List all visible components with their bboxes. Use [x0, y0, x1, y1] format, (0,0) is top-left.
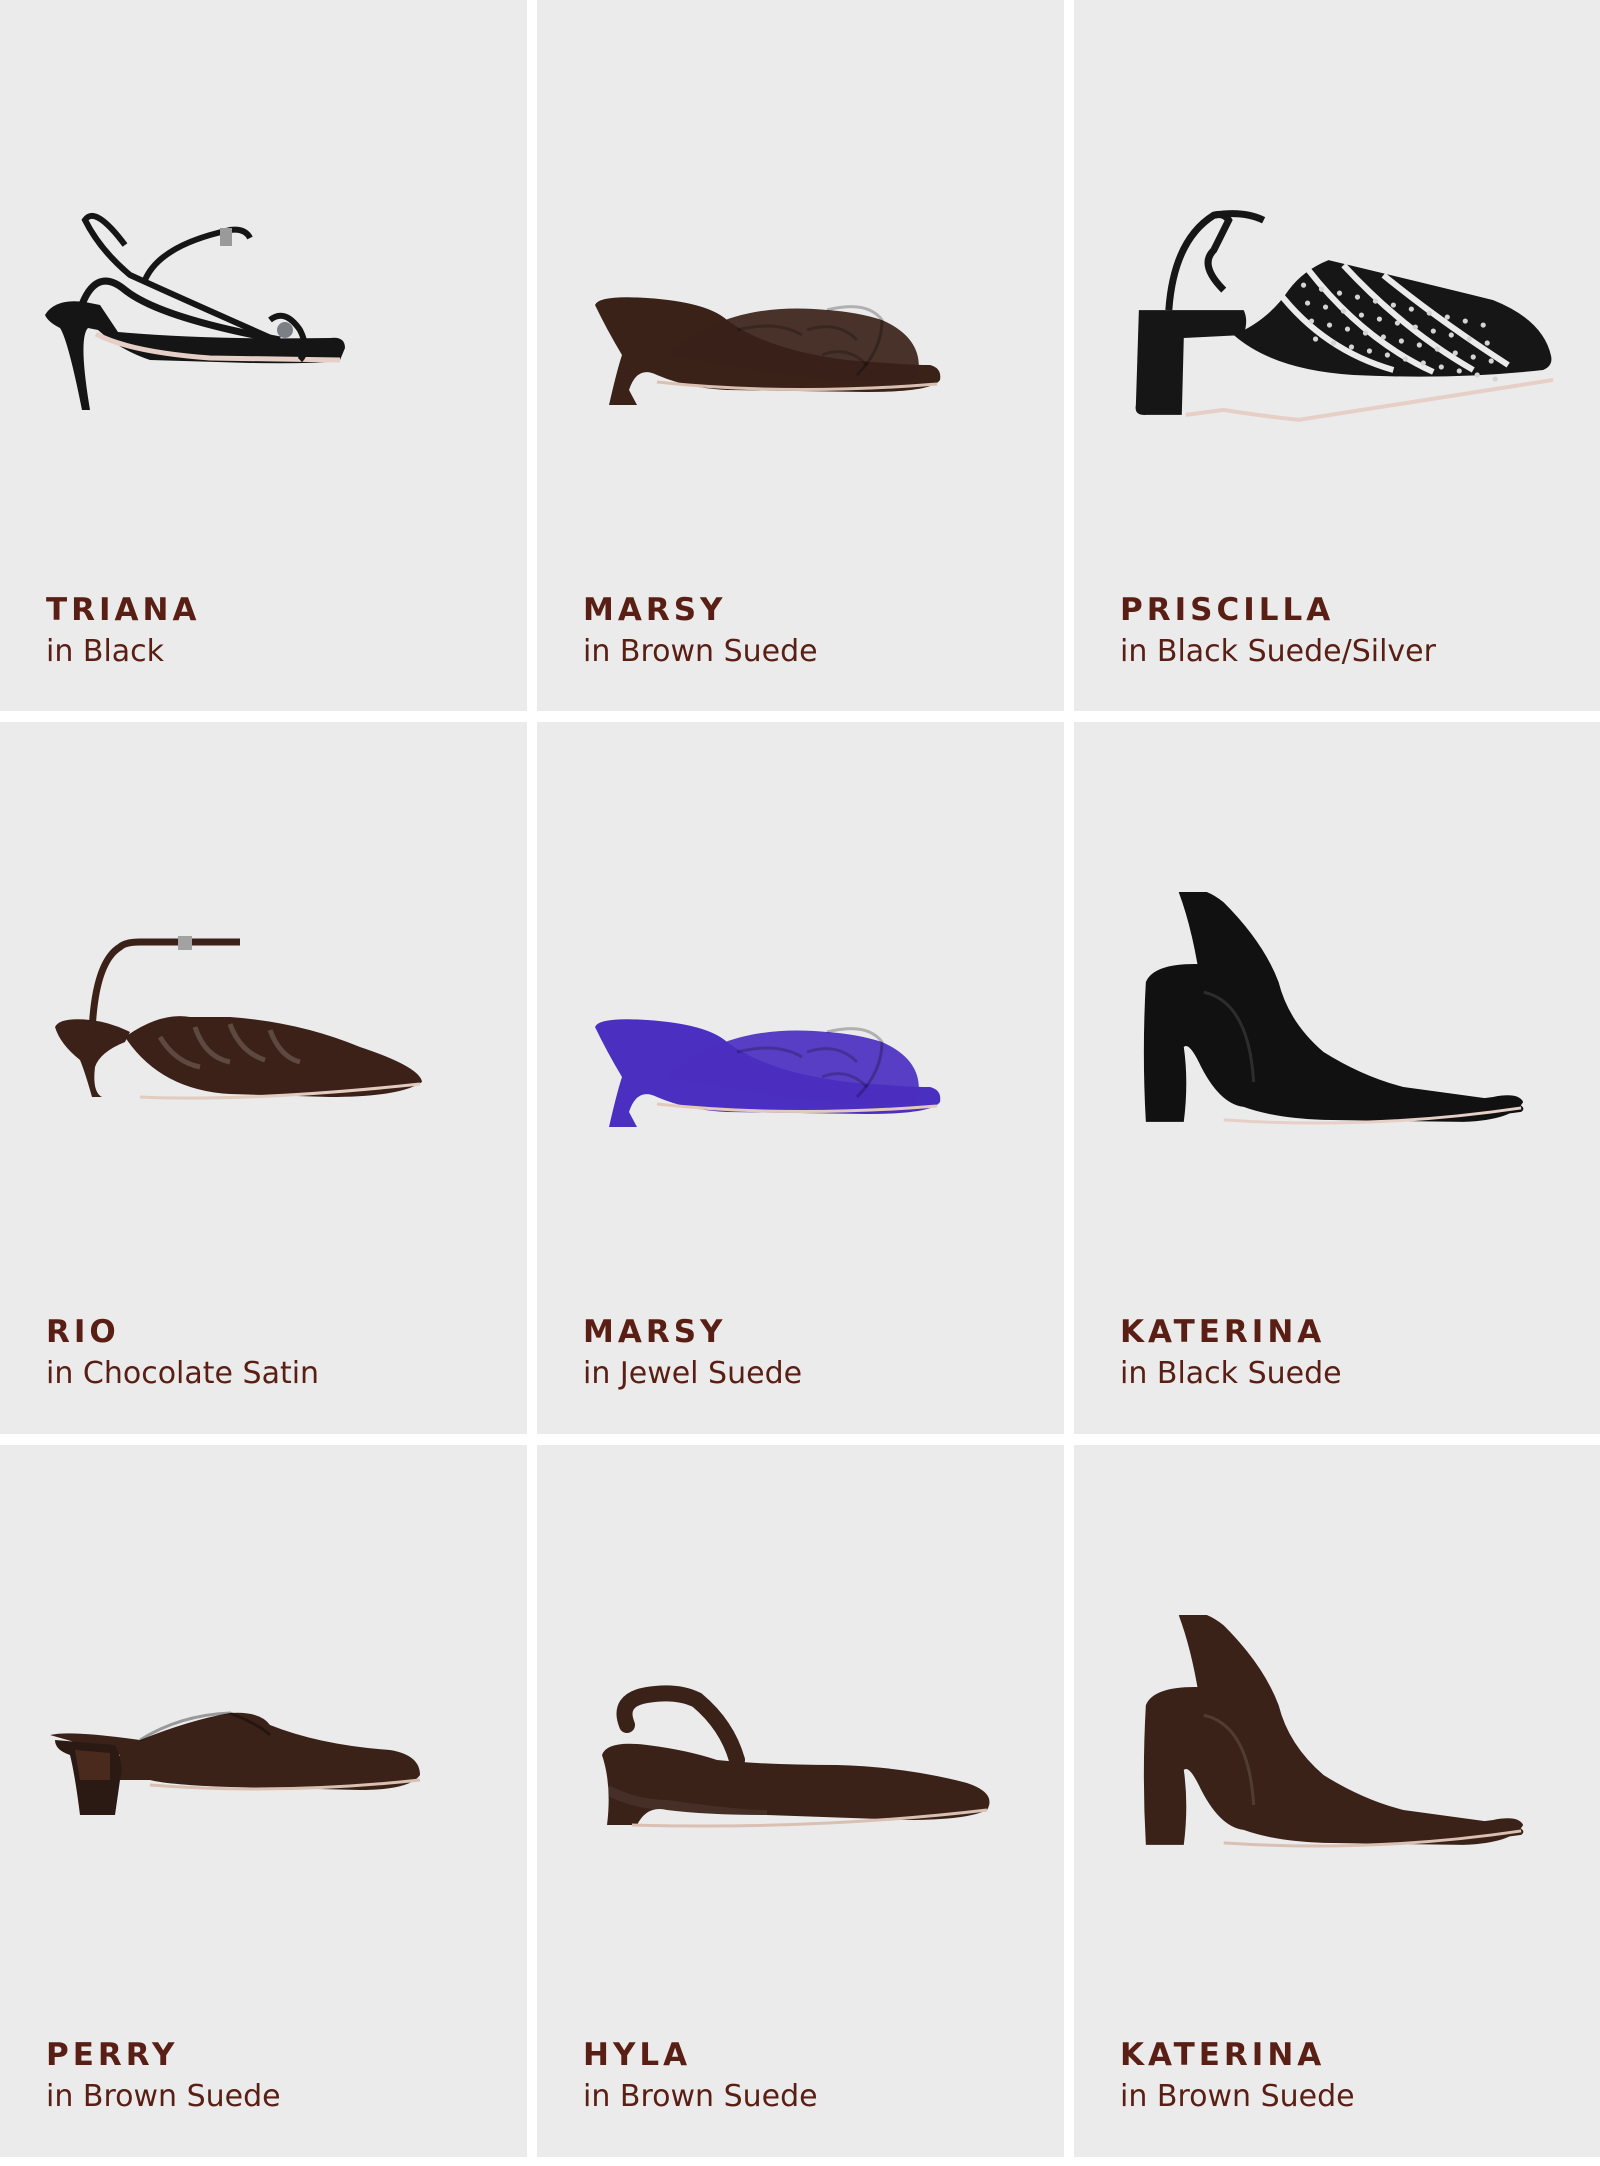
product-card[interactable]: KATERINA in Brown Suede	[1074, 1445, 1600, 2157]
product-card[interactable]: HYLA in Brown Suede	[537, 1445, 1064, 2157]
strappy-sandal-icon	[45, 212, 345, 410]
product-variant: in Jewel Suede	[583, 1356, 803, 1391]
knot-wedge-mule-icon	[595, 297, 941, 405]
block-heel-mule-icon	[50, 1711, 421, 1815]
product-card[interactable]: PRISCILLA in Black Suede/Silver	[1074, 0, 1600, 711]
product-name: PERRY	[46, 2037, 179, 2073]
product-name: KATERINA	[1120, 2037, 1326, 2073]
product-name: KATERINA	[1120, 1314, 1326, 1350]
slingback-pump-icon	[1143, 892, 1524, 1125]
product-card[interactable]: MARSY in Jewel Suede	[537, 722, 1064, 1434]
wedge-slingback-icon	[602, 1685, 990, 1828]
product-card[interactable]: PERRY in Brown Suede	[0, 1445, 527, 2157]
product-grid: TRIANA in Black MARSY in Brown Suede PRI…	[0, 0, 1600, 2166]
studded-slingback-icon	[1135, 210, 1554, 422]
product-name: TRIANA	[46, 592, 201, 628]
product-name: MARSY	[583, 592, 727, 628]
product-variant: in Black Suede/Silver	[1120, 634, 1436, 669]
product-name: MARSY	[583, 1314, 727, 1350]
product-card[interactable]: KATERINA in Black Suede	[1074, 722, 1600, 1434]
product-variant: in Black Suede	[1120, 1356, 1342, 1391]
product-variant: in Brown Suede	[583, 2079, 818, 2114]
slingback-pump-icon	[1143, 1615, 1524, 1848]
product-variant: in Brown Suede	[1120, 2079, 1355, 2114]
product-variant: in Black	[46, 634, 165, 669]
product-name: RIO	[46, 1314, 120, 1350]
product-card[interactable]: RIO in Chocolate Satin	[0, 722, 527, 1434]
product-card[interactable]: TRIANA in Black	[0, 0, 527, 711]
product-card[interactable]: MARSY in Brown Suede	[537, 0, 1064, 711]
knot-wedge-mule-icon	[595, 1019, 941, 1127]
satin-kitten-heel-icon	[55, 936, 422, 1100]
product-variant: in Brown Suede	[583, 634, 818, 669]
product-variant: in Brown Suede	[46, 2079, 281, 2114]
product-name: HYLA	[583, 2037, 692, 2073]
product-name: PRISCILLA	[1120, 592, 1335, 628]
product-variant: in Chocolate Satin	[46, 1356, 320, 1391]
